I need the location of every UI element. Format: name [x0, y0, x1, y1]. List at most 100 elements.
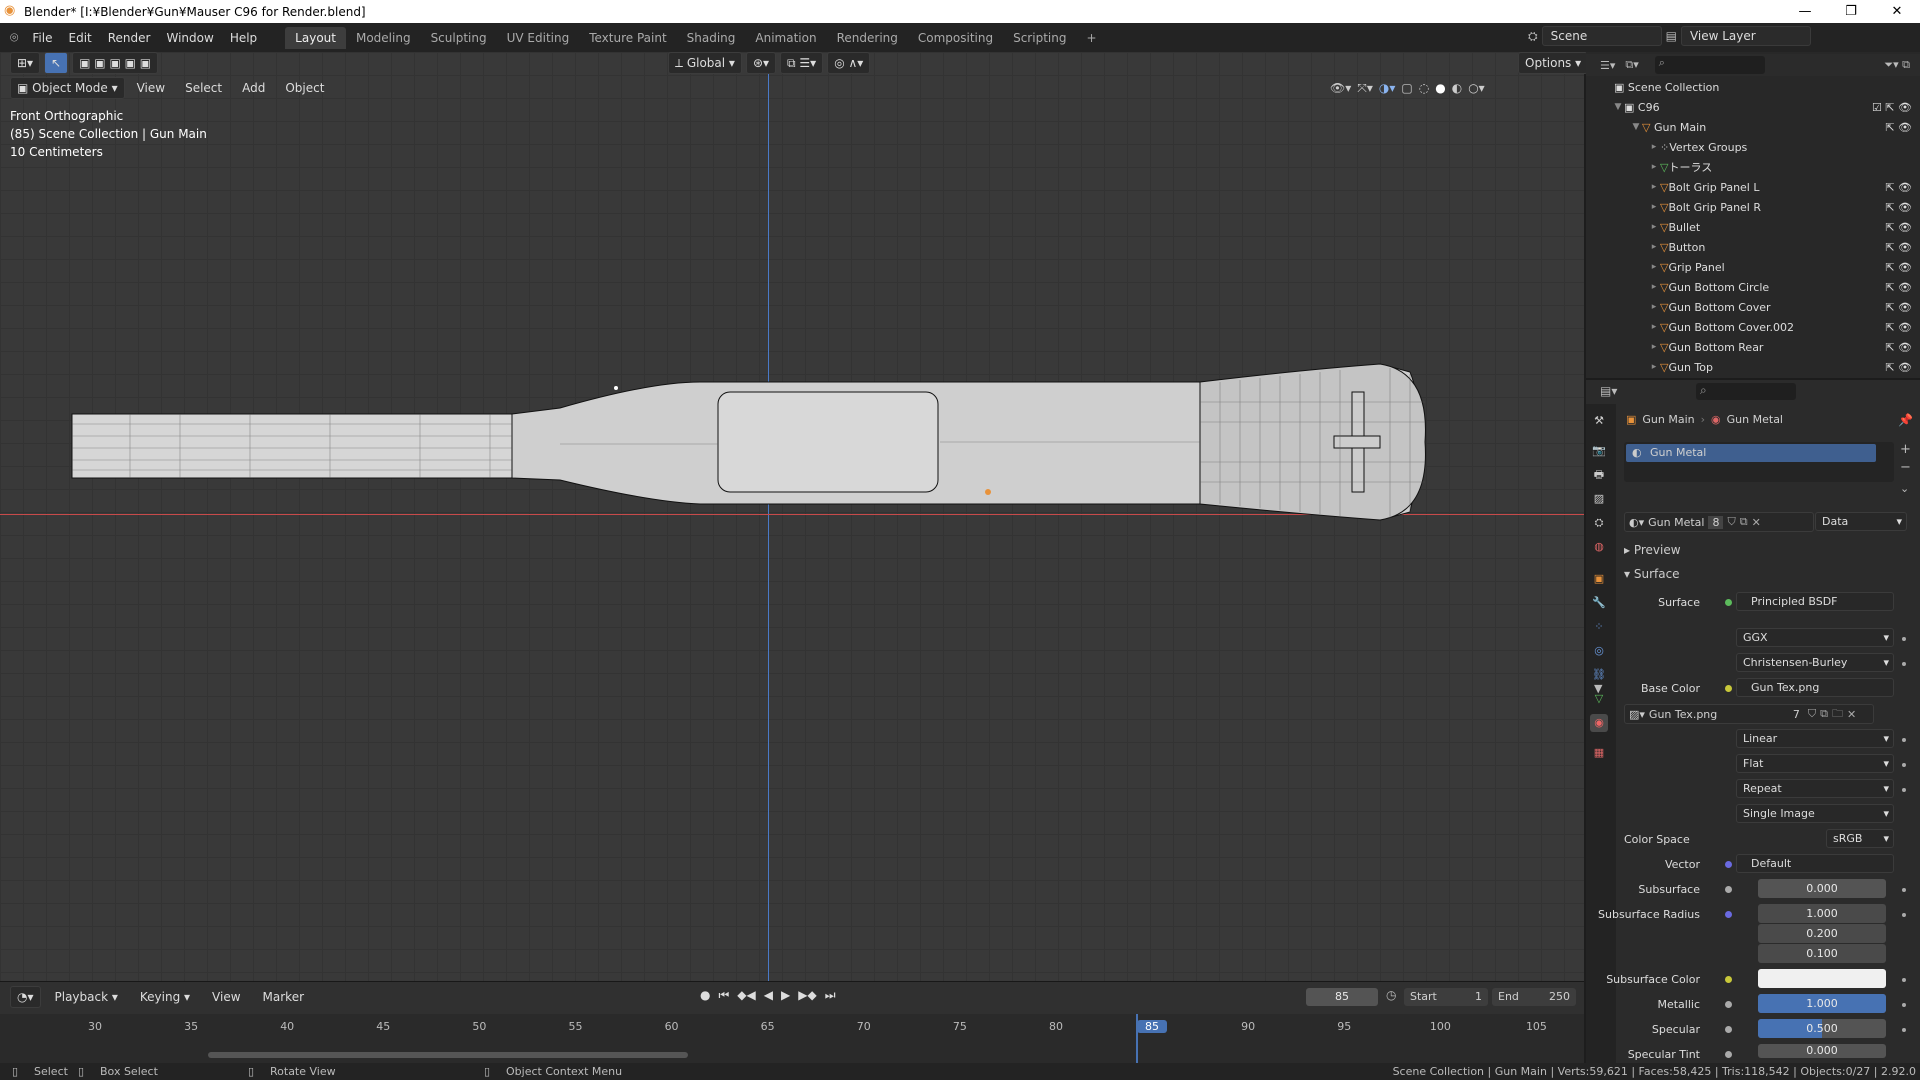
subsurface-slider[interactable]: 0.000 [1758, 879, 1886, 898]
sss-method-dropdown[interactable]: Christensen-Burley ▾ [1736, 653, 1894, 672]
material-slot-list[interactable]: ◐ Gun Metal [1624, 442, 1894, 482]
outliner-type-icon[interactable]: ☰▾ [1600, 59, 1615, 72]
tab-sculpting[interactable]: Sculpting [421, 27, 497, 49]
overlays-icon[interactable]: ◑▾ [1379, 81, 1396, 95]
tab-compositing[interactable]: Compositing [908, 27, 1003, 49]
material-shading-icon[interactable]: ◐ [1452, 81, 1462, 95]
image-datablock[interactable]: ▨▾ Gun Tex.png 7 ⛉ ⧉ 🗀 ✕ [1624, 704, 1874, 724]
expand-icon[interactable]: ▸ [1648, 362, 1660, 372]
duplicate-icon[interactable]: ⧉ [1820, 707, 1828, 721]
remove-slot-button[interactable]: − [1900, 460, 1911, 475]
specular-tint-slider[interactable]: 0.000 [1758, 1044, 1886, 1058]
outliner[interactable]: ☰▾ ⧉▾ ⌕ ⏷▾ ⧉ ▣ Scene Collection ▼ ▣ C96 … [1586, 52, 1920, 378]
expand-icon[interactable]: ▸ [1648, 142, 1660, 152]
base-color-field[interactable]: Gun Tex.png [1736, 678, 1894, 697]
end-frame-field[interactable]: End 250 [1492, 988, 1576, 1006]
collapse-icon[interactable]: ▼ [1594, 682, 1602, 695]
mode-selector[interactable]: ▣ Object Mode ▾ [10, 77, 125, 99]
breadcrumb-material[interactable]: Gun Metal [1727, 413, 1783, 426]
view-layer-tab-icon[interactable]: ▨ [1590, 490, 1608, 508]
row-toggles-icon[interactable]: ⇱ 👁 [1885, 121, 1912, 134]
decorator-dot[interactable] [1902, 637, 1906, 641]
editor-type-icon[interactable]: ⊞▾ [10, 52, 41, 74]
expand-icon[interactable]: ▸ [1648, 262, 1660, 272]
maximize-button[interactable]: ❐ [1828, 0, 1874, 23]
expand-icon[interactable]: ▸ [1648, 162, 1660, 172]
view-layer-icon[interactable]: ▤ [1666, 29, 1677, 43]
outliner-item[interactable]: ▸ ▽ Gun Top ⇱ 👁 [1586, 357, 1920, 377]
row-toggles-icon[interactable]: ⇱ 👁 [1885, 181, 1912, 194]
unlink-icon[interactable]: ✕ [1752, 516, 1761, 529]
open-image-icon[interactable]: 🗀 [1832, 705, 1843, 724]
outliner-item[interactable]: ▸ ▽ トーラス [1586, 157, 1920, 177]
proportional-icon[interactable]: ◎ ∧▾ [827, 52, 871, 74]
sss-radius-x[interactable]: 1.000 [1758, 904, 1886, 923]
row-toggles-icon[interactable]: ☑ ⇱ 👁 [1872, 101, 1912, 114]
sss-radius-y[interactable]: 0.200 [1758, 924, 1886, 943]
timeline-menu-playback[interactable]: Playback ▾ [47, 990, 126, 1004]
sss-color-swatch[interactable] [1758, 969, 1886, 988]
properties-editor[interactable]: ▤▾ ⌕ ⚒ 📷 🖶 ▨ ⛭ ◍ ▣ 🔧 ⁘ ◎ ⛓ ▽ ◉ ▦ ▣ Gun M… [1586, 378, 1920, 1064]
breadcrumb-object[interactable]: Gun Main [1642, 413, 1694, 426]
menu-window[interactable]: Window [158, 31, 221, 45]
render-tab-icon[interactable]: 📷 [1590, 442, 1608, 460]
surface-shader-field[interactable]: Principled BSDF [1736, 592, 1894, 611]
expand-icon[interactable]: ▼ [1612, 102, 1624, 112]
outliner-item[interactable]: ▸ ▽ Gun Bottom Cover.002 ⇱ 👁 [1586, 317, 1920, 337]
extension-dropdown[interactable]: Repeat ▾ [1736, 779, 1894, 798]
viewport-menu-select[interactable]: Select [177, 81, 230, 95]
outliner-collection-c96[interactable]: ▼ ▣ C96 ☑ ⇱ 👁 [1586, 97, 1920, 117]
outliner-item[interactable]: ▸ ▽ Grip Panel ⇱ 👁 [1586, 257, 1920, 277]
jump-start-icon[interactable]: ⏮ [718, 988, 729, 1003]
tool-tab-icon[interactable]: ⚒ [1590, 412, 1608, 430]
expand-icon[interactable]: ▸ [1648, 242, 1660, 252]
outliner-item[interactable]: ▸ ▽ Gun Bottom Circle ⇱ 👁 [1586, 277, 1920, 297]
specular-slider[interactable]: 0.500 [1758, 1019, 1886, 1038]
play-reverse-icon[interactable]: ◀ [764, 988, 773, 1003]
outliner-item[interactable]: ▸ ▽ Gun Bottom Rear ⇱ 👁 [1586, 337, 1920, 357]
scene-tab-icon[interactable]: ⛭ [1590, 514, 1608, 532]
timeline-scrollbar[interactable] [208, 1052, 688, 1058]
gizmo-icon[interactable]: ⤧▾ [1357, 81, 1373, 96]
material-name-field[interactable]: Gun Metal [1648, 516, 1704, 529]
properties-type-icon[interactable]: ▤▾ [1600, 384, 1617, 398]
outliner-item[interactable]: ▸ ▽ Bolt Grip Panel L ⇱ 👁 [1586, 177, 1920, 197]
xray-icon[interactable]: ▢ [1401, 81, 1412, 95]
close-button[interactable]: ✕ [1874, 0, 1920, 23]
display-mode-icon[interactable]: ⧉▾ [1625, 58, 1638, 72]
scene-icon[interactable]: ⛭ [1528, 29, 1538, 44]
solid-shading-icon[interactable]: ● [1435, 81, 1445, 95]
add-workspace-icon[interactable]: + [1076, 27, 1106, 49]
decorator-dot[interactable] [1902, 738, 1906, 742]
material-browse-icon[interactable]: ◐▾ [1629, 516, 1644, 529]
world-tab-icon[interactable]: ◍ [1590, 538, 1608, 556]
tab-scripting[interactable]: Scripting [1003, 27, 1076, 49]
slot-menu-icon[interactable]: ⌄ [1900, 482, 1909, 495]
material-users-count[interactable]: 8 [1708, 515, 1724, 529]
row-toggles-icon[interactable]: ⇱ 👁 [1885, 201, 1912, 214]
decorator-dot[interactable] [1902, 913, 1906, 917]
distribution-dropdown[interactable]: GGX ▾ [1736, 628, 1894, 647]
3d-viewport[interactable]: Front Orthographic (85) Scene Collection… [0, 52, 1584, 981]
decorator-dot[interactable] [1902, 662, 1906, 666]
tab-layout[interactable]: Layout [285, 26, 346, 49]
snap-icon[interactable]: ⧉ ☰▾ [780, 52, 824, 74]
current-frame-field[interactable]: 85 [1306, 988, 1378, 1006]
menu-help[interactable]: Help [222, 31, 265, 45]
decorator-dot[interactable] [1902, 763, 1906, 767]
add-slot-button[interactable]: + [1900, 442, 1911, 457]
object-tab-icon[interactable]: ▣ [1590, 570, 1608, 588]
decorator-dot[interactable] [1902, 1028, 1906, 1032]
fake-user-icon[interactable]: ⛉ [1727, 515, 1735, 529]
source-dropdown[interactable]: Single Image ▾ [1736, 804, 1894, 823]
start-frame-field[interactable]: Start 1 [1404, 988, 1488, 1006]
outliner-item[interactable]: ▸ ⁘ Vertex Groups [1586, 137, 1920, 157]
color-space-dropdown[interactable]: sRGB ▾ [1826, 829, 1894, 848]
projection-dropdown[interactable]: Flat ▾ [1736, 754, 1894, 773]
surface-panel-header[interactable]: ▾ Surface [1624, 567, 1680, 581]
tab-animation[interactable]: Animation [745, 27, 826, 49]
expand-icon[interactable]: ▸ [1648, 182, 1660, 192]
transform-orientation[interactable]: ⟂ Global ▾ [668, 52, 742, 74]
tab-modeling[interactable]: Modeling [346, 27, 421, 49]
viewport-menu-add[interactable]: Add [234, 81, 273, 95]
